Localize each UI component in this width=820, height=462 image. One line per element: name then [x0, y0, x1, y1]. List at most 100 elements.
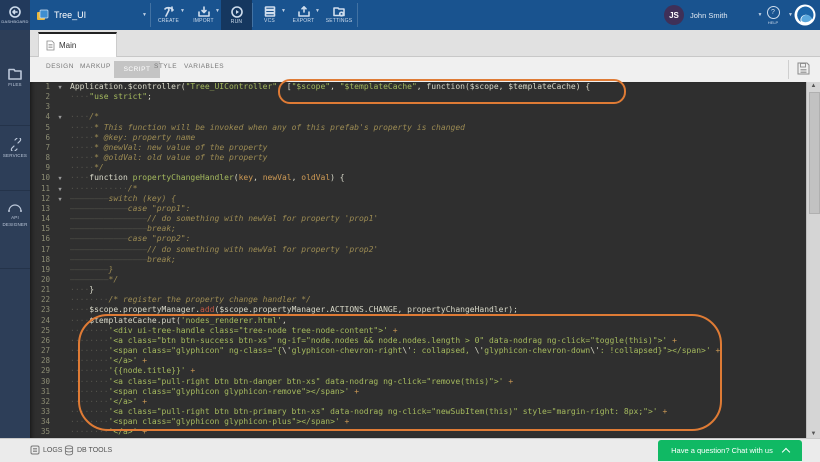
line-number: 31 — [30, 387, 50, 397]
code-line[interactable]: 24····$templateCache.put('nodes_renderer… — [30, 316, 805, 326]
code-line[interactable]: 21····} — [30, 285, 805, 295]
code-line[interactable]: 11▼············/* — [30, 184, 805, 194]
save-file-button[interactable] — [796, 61, 811, 76]
line-number: 22 — [30, 295, 50, 305]
vcs-caret-icon: ▼ — [281, 9, 286, 14]
code-line[interactable]: 28········'</a>' + — [30, 356, 805, 366]
user-name: John Smith — [690, 11, 728, 20]
code-line[interactable]: 34········'<span class="glyphicon glyphi… — [30, 417, 805, 427]
run-play-icon — [231, 6, 243, 18]
scrollbar-thumb[interactable] — [809, 92, 820, 214]
line-number: 20 — [30, 275, 50, 285]
code-line[interactable]: 5·····* This function will be invoked wh… — [30, 123, 805, 133]
chat-label: Have a question? Chat with us — [671, 446, 773, 455]
code-line[interactable]: 12▼––––––––switch (key) { — [30, 194, 805, 204]
sidebar-divider — [0, 268, 30, 269]
export-button[interactable]: EXPORT ▼ — [287, 0, 320, 30]
code-line[interactable]: 4▼····/* — [30, 112, 805, 122]
project-selector[interactable]: Tree_UI ▼ — [36, 0, 86, 30]
line-number: 23 — [30, 305, 50, 315]
sidebar-divider — [0, 190, 30, 191]
user-menu[interactable]: JS John Smith ▼ — [664, 0, 762, 30]
tab-main[interactable]: Main — [38, 32, 117, 57]
code-line[interactable]: 25········'<div ui-tree-handle class="tr… — [30, 326, 805, 336]
code-line[interactable]: 10▼····function propertyChangeHandler(ke… — [30, 173, 805, 183]
code-line[interactable]: 35········'</a>' + — [30, 427, 805, 437]
tab-variables[interactable]: VARIABLES — [184, 63, 224, 70]
line-number: 21 — [30, 285, 50, 295]
code-line[interactable]: 23····$scope.propertyManager.add($scope.… — [30, 305, 805, 315]
run-button[interactable]: RUN — [221, 0, 252, 30]
code-text: ····function propertyChangeHandler(key, … — [70, 173, 345, 182]
line-number: 26 — [30, 336, 50, 346]
sidebar-label: FILES — [0, 82, 30, 89]
line-number: 16 — [30, 234, 50, 244]
code-line[interactable]: 22 ········/* register the property chang… — [30, 295, 805, 305]
line-number: 5 — [30, 123, 50, 133]
code-text: ········'<span class="glyphicon glyphico… — [70, 417, 349, 426]
code-line[interactable]: 8·····* @oldVal: old value of the proper… — [30, 153, 805, 163]
tab-style[interactable]: STYLE — [154, 63, 177, 70]
code-line[interactable]: 30········'<a class="pull-right btn btn-… — [30, 377, 805, 387]
code-text: ········'<span class="glyphicon" ng-clas… — [70, 346, 720, 355]
chat-with-us-button[interactable]: Have a question? Chat with us — [658, 440, 802, 461]
vcs-button[interactable]: VCS ▼ — [253, 0, 286, 30]
scroll-up-icon[interactable]: ▲ — [807, 83, 820, 89]
create-button[interactable]: CREATE ▼ — [152, 0, 185, 30]
help-caret-icon[interactable]: ▼ — [788, 13, 793, 18]
line-number: 2 — [30, 92, 50, 102]
sidebar-item-api-designer[interactable]: API DESIGNER — [0, 202, 30, 229]
tab-main-label: Main — [59, 41, 76, 50]
code-text: ········/* register the property change … — [70, 295, 311, 304]
script-editor[interactable]: 1▼Application.$controller("Tree_UIContro… — [30, 82, 820, 438]
code-line[interactable]: 1▼Application.$controller("Tree_UIContro… — [30, 82, 805, 92]
code-line[interactable]: 17––––––––––––––––// do something with n… — [30, 245, 805, 255]
toolbar-divider — [788, 60, 789, 79]
editor-scrollbar[interactable]: ▲ ▼ — [806, 82, 820, 438]
code-text: Application.$controller("Tree_UIControll… — [70, 82, 590, 91]
code-text: ––––––––––––––––break; — [70, 255, 176, 264]
line-number: 14 — [30, 214, 50, 224]
help-label: HELP — [768, 20, 778, 25]
toolbar-divider — [357, 3, 358, 27]
code-line[interactable]: 19––––––––} — [30, 265, 805, 275]
code-area[interactable]: 1▼Application.$controller("Tree_UIContro… — [30, 82, 805, 438]
code-line[interactable]: 7·····* @newVal: new value of the proper… — [30, 143, 805, 153]
code-line[interactable]: 15––––––––––––––––break; — [30, 224, 805, 234]
project-caret-icon: ▼ — [142, 13, 147, 18]
line-number: 12 — [30, 194, 50, 204]
code-line[interactable]: 32········'</a>' + — [30, 397, 805, 407]
code-text: ········'<span class="glyphicon glyphico… — [70, 387, 359, 396]
code-line[interactable]: 2····"use strict"; — [30, 92, 805, 102]
dashboard-icon — [9, 6, 21, 18]
help-button[interactable]: ? HELP — [760, 0, 786, 30]
settings-button[interactable]: SETTINGS — [321, 0, 357, 30]
code-line[interactable]: 26········'<a class="btn btn-success btn… — [30, 336, 805, 346]
code-line[interactable]: 27········'<span class="glyphicon" ng-cl… — [30, 346, 805, 356]
code-line[interactable]: 29········'{{node.title}}' + — [30, 366, 805, 376]
logs-button[interactable]: LOGS — [30, 439, 62, 461]
line-number: 9 — [30, 163, 50, 173]
code-line[interactable]: 6·····* @key: property name — [30, 133, 805, 143]
sidebar-item-files[interactable]: FILES — [0, 68, 30, 89]
code-line[interactable]: 14––––––––––––––––// do something with n… — [30, 214, 805, 224]
tab-markup[interactable]: MARKUP — [80, 63, 111, 70]
line-number: 18 — [30, 255, 50, 265]
sidebar-divider — [0, 125, 30, 126]
page-icon — [46, 40, 55, 51]
dashboard-button[interactable]: DASHBOARD — [0, 0, 30, 30]
scroll-down-icon[interactable]: ▼ — [807, 431, 820, 437]
code-line[interactable]: 9·····*/ — [30, 163, 805, 173]
code-line[interactable]: 31 ········'<span class="glyphicon glyphi… — [30, 387, 805, 397]
code-line[interactable]: 13––––––––––––case "prop1": — [30, 204, 805, 214]
line-number: 7 — [30, 143, 50, 153]
import-button[interactable]: IMPORT ▼ — [187, 0, 220, 30]
code-line[interactable]: 18 ––––––––––––––––break; — [30, 255, 805, 265]
code-line[interactable]: 33········'<a class="pull-right btn btn-… — [30, 407, 805, 417]
tab-design[interactable]: DESIGN — [46, 63, 74, 70]
code-line[interactable]: 3 — [30, 102, 805, 112]
code-line[interactable]: 16––––––––––––case "prop2": — [30, 234, 805, 244]
db-tools-button[interactable]: DB TOOLS — [64, 439, 112, 461]
sidebar-item-services[interactable]: SERVICES — [0, 138, 30, 160]
code-line[interactable]: 20––––––––*/ — [30, 275, 805, 285]
